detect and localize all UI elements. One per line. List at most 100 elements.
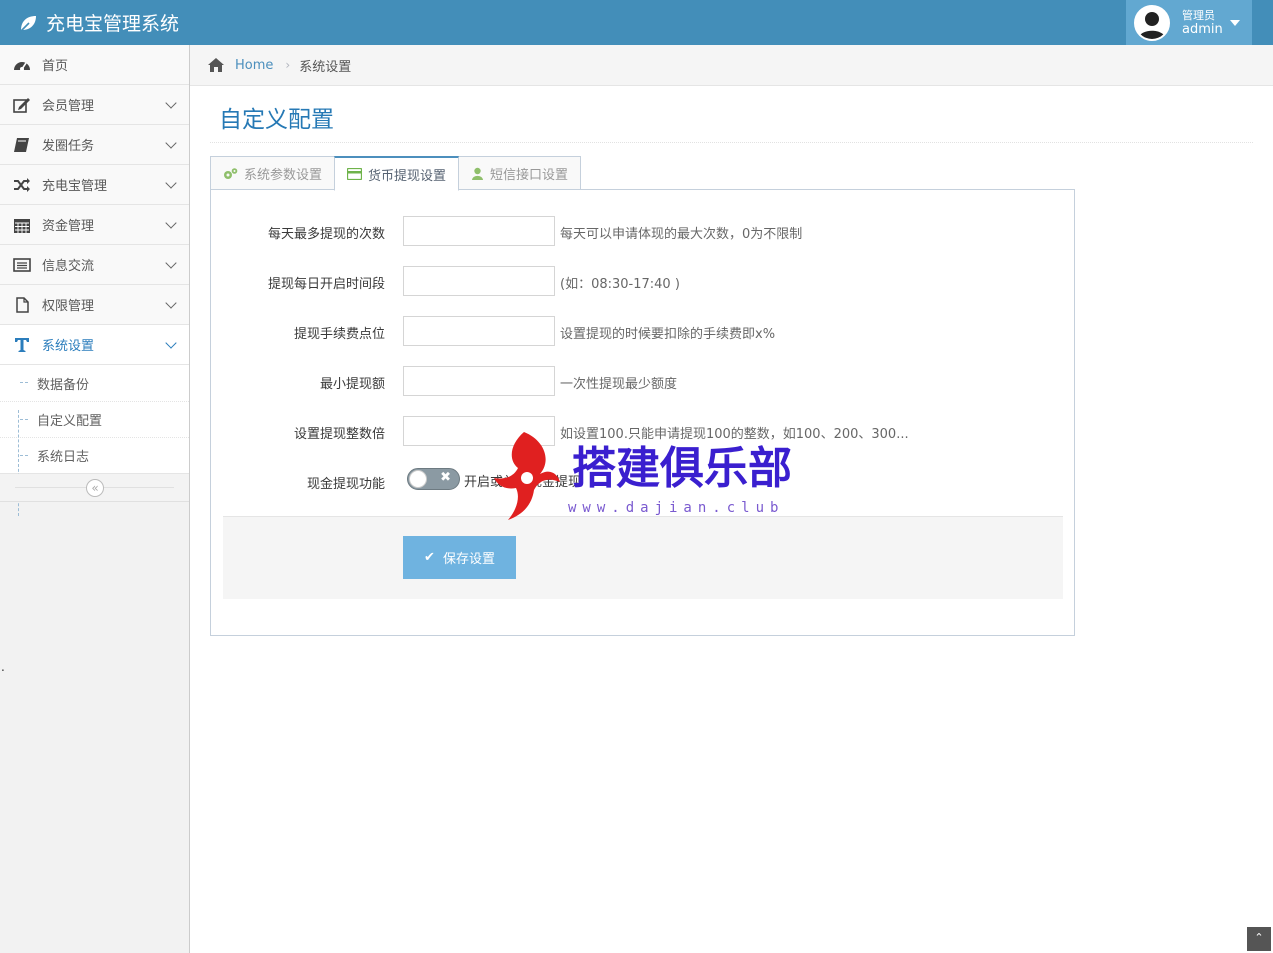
sidebar-item-tasks[interactable]: 发圈任务 xyxy=(0,125,189,165)
sidebar-collapse-bar: « xyxy=(0,474,189,502)
scroll-to-top-button[interactable]: ⌃ xyxy=(1247,927,1271,951)
form-row-multiple: 设置提现整数倍 如设置100.只能申请提现100的整数，如100、200、300… xyxy=(211,416,1076,446)
file-icon xyxy=(12,296,32,314)
field-help: 每天可以申请体现的最大次数，0为不限制 xyxy=(560,227,803,242)
user-icon xyxy=(471,167,484,180)
chevron-down-icon xyxy=(165,217,177,229)
divider xyxy=(210,142,1253,143)
sidebar-item-funds[interactable]: 资金管理 xyxy=(0,205,189,245)
form-row-max-daily: 每天最多提现的次数 每天可以申请体现的最大次数，0为不限制 xyxy=(211,216,1076,246)
text-icon xyxy=(12,336,32,354)
form-row-min-amount: 最小提现额 一次性提现最少额度 xyxy=(211,366,1076,396)
field-label: 提现每日开启时间段 xyxy=(267,277,385,292)
sidebar-item-powerbank[interactable]: 充电宝管理 xyxy=(0,165,189,205)
submenu-item-custom-config[interactable]: 自定义配置 xyxy=(0,401,189,437)
field-help: 设置提现的时候要扣除的手续费即x% xyxy=(560,327,776,342)
book-icon xyxy=(12,136,32,154)
chevron-down-icon xyxy=(165,137,177,149)
submenu-item-backup[interactable]: 数据备份 xyxy=(0,365,189,401)
dashboard-icon xyxy=(12,56,32,74)
leaf-icon xyxy=(19,15,36,33)
submenu-label: 系统日志 xyxy=(37,450,90,465)
cash-withdraw-toggle[interactable]: ✖ xyxy=(407,468,460,490)
sidebar-item-label: 充电宝管理 xyxy=(42,179,108,194)
sidebar-item-label: 资金管理 xyxy=(42,219,95,234)
app-title: 充电宝管理系统 xyxy=(46,13,180,35)
caret-down-icon xyxy=(1230,20,1240,26)
calendar-icon xyxy=(12,216,32,234)
field-label: 最小提现额 xyxy=(319,377,385,392)
sidebar-item-home[interactable]: 首页 xyxy=(0,45,189,85)
cogs-icon xyxy=(223,167,238,180)
credit-card-icon xyxy=(347,168,363,180)
avatar xyxy=(1134,4,1170,41)
toggle-knob xyxy=(409,470,427,488)
sidebar-item-label: 权限管理 xyxy=(42,299,95,314)
user-name: admin xyxy=(1182,21,1223,37)
chevron-down-icon xyxy=(165,337,177,349)
sidebar-item-label: 会员管理 xyxy=(42,99,95,114)
field-label: 提现手续费点位 xyxy=(293,327,385,342)
field-help: (如：08:30-17:40 ) xyxy=(560,277,680,292)
withdraw-fee-input[interactable] xyxy=(403,316,555,346)
breadcrumb-home-link[interactable]: Home xyxy=(235,58,273,73)
field-label: 每天最多提现的次数 xyxy=(267,227,385,242)
chevron-down-icon xyxy=(165,97,177,109)
shuffle-icon xyxy=(12,176,32,194)
list-icon xyxy=(12,256,32,274)
tab-system-params[interactable]: 系统参数设置 xyxy=(210,156,336,191)
max-daily-withdrawals-input[interactable] xyxy=(403,216,555,246)
home-icon xyxy=(208,58,224,72)
chevron-down-icon xyxy=(165,257,177,269)
sidebar-item-label: 信息交流 xyxy=(42,259,95,274)
settings-submenu: 数据备份 自定义配置 系统日志 xyxy=(0,365,189,474)
close-icon: ✖ xyxy=(440,470,451,485)
tab-withdraw-settings[interactable]: 货币提现设置 xyxy=(334,156,460,191)
sidebar-item-label: 发圈任务 xyxy=(42,139,95,154)
brand[interactable]: 充电宝管理系统 xyxy=(18,0,179,45)
sidebar-item-messages[interactable]: 信息交流 xyxy=(0,245,189,285)
submenu-label: 自定义配置 xyxy=(37,414,103,429)
field-label: 现金提现功能 xyxy=(306,477,385,492)
tab-bar: 系统参数设置 货币提现设置 短信接口设置 xyxy=(210,155,582,191)
field-help: 一次性提现最少额度 xyxy=(560,377,678,392)
save-button-label: 保存设置 xyxy=(442,552,495,567)
collapse-sidebar-button[interactable]: « xyxy=(86,479,104,497)
tab-label: 系统参数设置 xyxy=(244,168,323,183)
field-help: 如设置100.只能申请提现100的整数，如100、200、300... xyxy=(560,427,909,442)
withdraw-multiple-input[interactable] xyxy=(403,416,555,446)
chevron-down-icon xyxy=(165,177,177,189)
field-label: 设置提现整数倍 xyxy=(293,427,385,442)
save-settings-button[interactable]: ✔ 保存设置 xyxy=(403,536,516,579)
form-row-time-window: 提现每日开启时间段 (如：08:30-17:40 ) xyxy=(211,266,1076,296)
withdraw-time-window-input[interactable] xyxy=(403,266,555,296)
tab-sms-settings[interactable]: 短信接口设置 xyxy=(458,156,582,191)
user-role: 管理员 xyxy=(1182,8,1215,22)
min-withdraw-amount-input[interactable] xyxy=(403,366,555,396)
tab-label: 货币提现设置 xyxy=(368,168,447,184)
sidebar: 首页 会员管理 发圈任务 充电宝管理 资金管理 信息交流 权限管理 系统设置 数… xyxy=(0,45,190,953)
user-avatar-icon xyxy=(1138,11,1166,39)
form-row-fee: 提现手续费点位 设置提现的时候要扣除的手续费即x% xyxy=(211,316,1076,346)
breadcrumb: Home › 系统设置 xyxy=(190,45,1273,86)
stray-mark: . xyxy=(1,660,5,674)
form-actions: ✔ 保存设置 xyxy=(223,516,1063,599)
top-navbar: 充电宝管理系统 管理员 admin xyxy=(0,0,1273,45)
sidebar-item-label: 系统设置 xyxy=(42,339,95,354)
submenu-label: 数据备份 xyxy=(37,377,90,393)
withdraw-settings-panel: 每天最多提现的次数 每天可以申请体现的最大次数，0为不限制 提现每日开启时间段 … xyxy=(210,189,1075,636)
form-row-cash-switch: 现金提现功能 ✖ 开启或关闭现金提现 xyxy=(211,466,1076,496)
page-title: 自定义配置 xyxy=(219,107,334,133)
submenu-item-system-log[interactable]: 系统日志 xyxy=(0,437,189,473)
breadcrumb-current: 系统设置 xyxy=(299,59,352,75)
check-icon: ✔ xyxy=(424,550,435,565)
sidebar-item-label: 首页 xyxy=(42,59,69,74)
toggle-label: 开启或关闭现金提现 xyxy=(464,475,582,490)
edit-icon xyxy=(12,96,32,114)
sidebar-item-members[interactable]: 会员管理 xyxy=(0,85,189,125)
chevron-down-icon xyxy=(165,297,177,309)
sidebar-item-permissions[interactable]: 权限管理 xyxy=(0,285,189,325)
sidebar-item-settings[interactable]: 系统设置 xyxy=(0,325,189,365)
breadcrumb-separator: › xyxy=(285,58,291,72)
user-menu[interactable]: 管理员 admin xyxy=(1126,0,1252,45)
